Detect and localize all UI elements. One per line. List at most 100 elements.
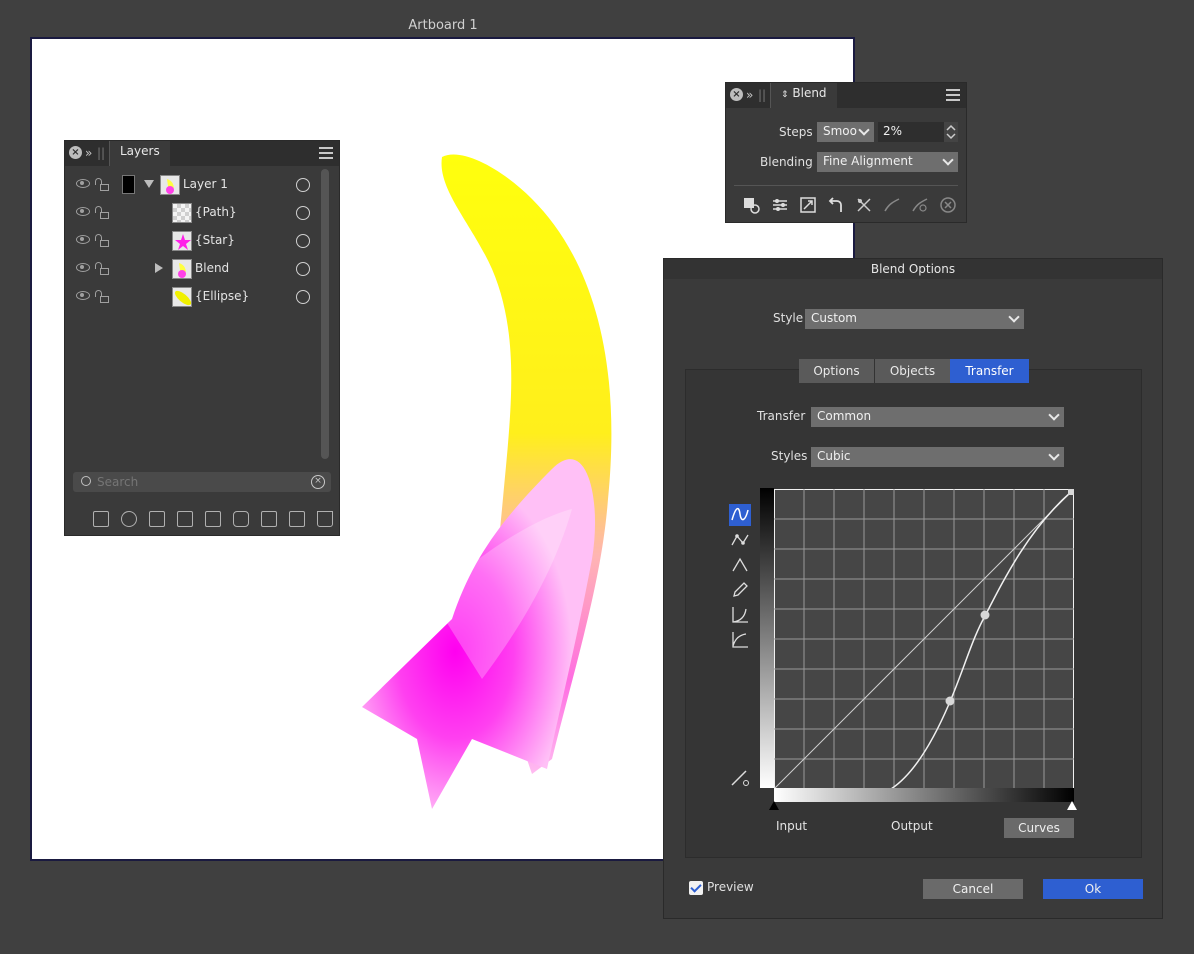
cancel-button[interactable]: Cancel xyxy=(923,879,1023,899)
path-thumbnail xyxy=(172,203,192,223)
lock-icon[interactable] xyxy=(95,290,109,303)
search-icon xyxy=(81,476,91,486)
release-blend-icon[interactable] xyxy=(855,196,873,214)
reverse-icon[interactable] xyxy=(827,196,845,214)
styles-dropdown[interactable]: Cubic xyxy=(811,447,1064,467)
panel-menu-icon[interactable] xyxy=(319,147,333,159)
transfer-curve-graph[interactable] xyxy=(774,489,1074,789)
steps-label: Steps xyxy=(779,125,813,139)
collapse-icon[interactable]: » xyxy=(746,88,753,102)
input-gradient-bar xyxy=(774,788,1074,802)
eye-icon[interactable] xyxy=(76,263,90,272)
eye-icon[interactable] xyxy=(76,207,90,216)
reset-linear-icon[interactable] xyxy=(729,766,751,788)
transfer-dropdown[interactable]: Common xyxy=(811,407,1064,427)
ease-out-curve-icon[interactable] xyxy=(729,629,751,651)
chevron-down-icon xyxy=(1048,409,1060,421)
camera-icon[interactable] xyxy=(233,511,249,527)
eye-icon[interactable] xyxy=(76,179,90,188)
expand-blend-icon[interactable] xyxy=(799,196,817,214)
layer-name: Layer 1 xyxy=(183,177,228,191)
style-dropdown[interactable]: Custom xyxy=(805,309,1024,329)
preview-label: Preview xyxy=(707,880,754,894)
tab-blend[interactable]: ⇕ Blend xyxy=(770,83,837,108)
output-gradient-bar xyxy=(760,488,774,788)
clip-icon[interactable] xyxy=(149,511,165,527)
black-point-marker[interactable] xyxy=(769,801,779,810)
replace-spine-icon[interactable] xyxy=(911,196,929,214)
smooth-curve-tool-icon[interactable] xyxy=(729,504,751,526)
preview-checkbox[interactable] xyxy=(689,881,703,895)
tab-objects[interactable]: Objects xyxy=(874,359,950,383)
scrollbar[interactable] xyxy=(321,169,329,459)
grid-icon[interactable] xyxy=(205,511,221,527)
ease-in-curve-icon[interactable] xyxy=(729,604,751,626)
input-label: Input xyxy=(776,819,808,833)
arrange-icon[interactable] xyxy=(93,511,109,527)
blend-path-icon[interactable] xyxy=(883,196,901,214)
tab-blend-label: Blend xyxy=(792,86,827,100)
ok-button[interactable]: Ok xyxy=(1043,879,1143,899)
search-input[interactable] xyxy=(97,473,297,491)
steps-value-field[interactable]: 2% xyxy=(878,122,944,142)
white-point-marker[interactable] xyxy=(1067,801,1077,810)
tab-layers[interactable]: Layers xyxy=(109,141,170,166)
layer-thumbnail xyxy=(160,175,180,195)
layer-row[interactable]: {Ellipse} xyxy=(65,283,321,311)
pencil-icon[interactable] xyxy=(729,579,751,601)
selection-circle-icon[interactable] xyxy=(296,290,310,304)
style-label: Style xyxy=(773,311,804,325)
steps-spinner[interactable] xyxy=(944,122,958,142)
layer-name: {Ellipse} xyxy=(195,289,250,303)
peak-curve-tool-icon[interactable] xyxy=(729,554,751,576)
layer-row[interactable]: Layer 1 xyxy=(65,171,321,199)
tab-options[interactable]: Options xyxy=(799,359,874,383)
close-icon[interactable]: × xyxy=(730,88,743,101)
lock-icon[interactable] xyxy=(95,206,109,219)
add-layer-icon[interactable] xyxy=(289,511,305,527)
close-blend-icon[interactable] xyxy=(939,196,957,214)
trash-icon[interactable] xyxy=(317,511,333,527)
expand-triangle-icon[interactable] xyxy=(144,180,154,188)
layer-row[interactable]: {Star} xyxy=(65,227,321,255)
blend-settings-icon[interactable] xyxy=(771,196,789,214)
lock-icon[interactable] xyxy=(95,262,109,275)
chevron-down-icon xyxy=(1048,449,1060,461)
styles-label: Styles xyxy=(771,449,808,463)
layers-toolbar xyxy=(73,509,335,531)
layer-row[interactable]: {Path} xyxy=(65,199,321,227)
chevron-down-icon xyxy=(942,154,954,166)
transfer-label: Transfer xyxy=(757,409,806,423)
layers-panel-header: × » || Layers xyxy=(65,141,339,166)
grip-icon[interactable]: || xyxy=(758,88,766,102)
steps-mode-value: Smoo xyxy=(823,124,857,138)
grip-icon[interactable]: || xyxy=(97,146,105,160)
blend-panel-header: × » || ⇕ Blend xyxy=(726,83,966,108)
selection-circle-icon[interactable] xyxy=(296,262,310,276)
expand-triangle-icon[interactable] xyxy=(155,263,163,273)
selection-circle-icon[interactable] xyxy=(296,206,310,220)
star-thumbnail xyxy=(172,231,192,251)
selection-circle-icon[interactable] xyxy=(296,234,310,248)
blend-objects-icon[interactable] xyxy=(742,196,760,214)
steps-mode-dropdown[interactable]: Smoo xyxy=(817,122,874,142)
mask-icon[interactable] xyxy=(121,511,137,527)
lock-icon[interactable] xyxy=(95,234,109,247)
clear-search-icon[interactable]: × xyxy=(311,475,325,489)
tab-transfer[interactable]: Transfer xyxy=(950,359,1029,383)
eye-icon[interactable] xyxy=(76,235,90,244)
eye-icon[interactable] xyxy=(76,291,90,300)
crop-icon[interactable] xyxy=(177,511,193,527)
lock-icon[interactable] xyxy=(95,178,109,191)
curves-button[interactable]: Curves xyxy=(1004,818,1074,838)
panel-menu-icon[interactable] xyxy=(946,89,960,101)
layer-row[interactable]: Blend xyxy=(65,255,321,283)
collapse-icon[interactable]: » xyxy=(85,146,92,160)
styles-value: Cubic xyxy=(817,449,851,463)
selection-circle-icon[interactable] xyxy=(296,178,310,192)
add-group-icon[interactable] xyxy=(261,511,277,527)
layer-color-swatch[interactable] xyxy=(122,175,135,194)
close-icon[interactable]: × xyxy=(69,146,82,159)
point-curve-tool-icon[interactable] xyxy=(729,529,751,551)
blending-dropdown[interactable]: Fine Alignment xyxy=(817,152,958,172)
